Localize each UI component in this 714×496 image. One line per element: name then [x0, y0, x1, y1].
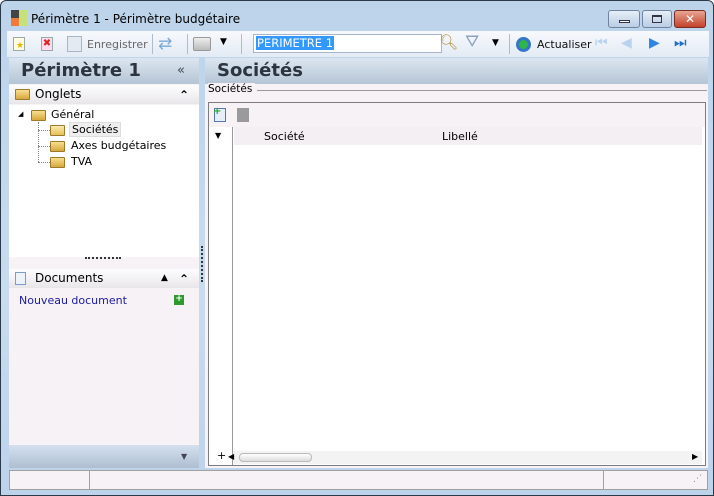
tabs-section-header[interactable]: Onglets ⌃ — [9, 85, 199, 104]
new-document-link[interactable]: Nouveau document — [19, 294, 127, 307]
delete-row-icon[interactable] — [237, 108, 249, 122]
add-row-icon[interactable]: + — [213, 106, 226, 122]
open-folder-icon — [50, 125, 65, 136]
left-panel: Périmètre 1 « Onglets ⌃ ◢ Général Sociét… — [9, 58, 199, 468]
vertical-splitter-handle[interactable] — [201, 246, 203, 282]
folder-icon — [31, 110, 46, 121]
tree-node-axes-budgetaires[interactable]: Axes budgétaires — [71, 139, 166, 152]
splitter-handle[interactable] — [85, 257, 121, 259]
scroll-right-icon[interactable]: ▶ — [692, 452, 698, 461]
left-panel-title: Périmètre 1 — [21, 60, 141, 81]
filter-icon[interactable]: ⛛ — [465, 32, 479, 52]
separator — [509, 34, 510, 54]
search-input[interactable]: PERIMETRE 1 — [253, 34, 442, 53]
folder-icon — [50, 157, 65, 168]
tree-node-societes[interactable]: Sociétés — [69, 122, 122, 137]
refresh-button[interactable]: Actualiser — [537, 38, 592, 51]
left-panel-footer: ▼ — [9, 445, 199, 468]
tree-node-general[interactable]: Général — [51, 108, 94, 121]
separator — [152, 34, 153, 54]
documents-section-header[interactable]: Documents ▲ ⌃ — [9, 269, 199, 288]
expand-icon[interactable]: ◢ — [18, 110, 23, 118]
data-grid: + ▼ Société Libellé + ◀ ▶ — [208, 102, 706, 466]
grid-toolbar: + — [209, 103, 705, 127]
separator — [241, 34, 242, 54]
first-record-icon[interactable]: ⏮ — [595, 35, 608, 51]
tabs-section-label: Onglets — [35, 87, 82, 101]
add-document-icon[interactable]: + — [174, 295, 184, 305]
window-title: Périmètre 1 - Périmètre budgétaire — [31, 12, 241, 26]
horizontal-scrollbar[interactable]: + ◀ ▶ — [217, 449, 702, 464]
add-scroll-region-button[interactable]: + — [217, 449, 226, 462]
toolbar: ★ ✖ Enregistrer ⇄ ▼ PERIMETRE 1 🔍︎ ⛛ ▼ A… — [7, 31, 709, 57]
grid-header-row: Société Libellé — [234, 127, 702, 145]
document-icon — [15, 272, 26, 285]
print-icon[interactable] — [193, 37, 211, 51]
previous-record-icon[interactable]: ◀ — [621, 35, 632, 51]
print-dropdown-icon[interactable]: ▼ — [220, 37, 227, 47]
folder-icon — [15, 89, 30, 100]
resize-grip-icon[interactable]: ⋰ — [693, 474, 702, 484]
sync-icon[interactable]: ⇄ — [158, 34, 172, 54]
minimize-button[interactable] — [608, 10, 640, 28]
filter-dropdown-icon[interactable]: ▼ — [492, 38, 499, 48]
scrollbar-thumb[interactable] — [239, 453, 312, 462]
new-icon[interactable]: ★ — [13, 37, 25, 51]
last-record-icon[interactable]: ⏭ — [674, 35, 687, 51]
search-icon[interactable]: 🔍︎ — [439, 33, 458, 51]
group-line — [257, 90, 707, 91]
column-header-libelle[interactable]: Libellé — [442, 130, 478, 143]
next-record-icon[interactable]: ▶ — [649, 35, 660, 51]
search-value: PERIMETRE 1 — [256, 36, 335, 50]
application-window: Périmètre 1 - Périmètre budgétaire ✕ ★ ✖… — [0, 0, 714, 496]
separator — [187, 34, 188, 54]
column-chooser-icon[interactable]: ▼ — [215, 131, 221, 140]
row-indicator-column: ▼ — [209, 127, 233, 465]
group-label: Sociétés — [208, 83, 256, 95]
tree-node-tva[interactable]: TVA — [71, 155, 92, 168]
column-header-societe[interactable]: Société — [264, 130, 305, 143]
maximize-button[interactable] — [642, 10, 672, 28]
main-panel-title: Sociétés — [217, 60, 303, 81]
collapse-section-icon[interactable]: ⌃ — [179, 86, 189, 105]
chevron-down-icon[interactable]: ▼ — [181, 452, 187, 461]
main-panel-header: Sociétés — [205, 58, 708, 84]
documents-section-label: Documents — [35, 271, 104, 285]
folder-icon — [50, 141, 65, 152]
collapse-panel-button[interactable]: « — [177, 58, 185, 84]
app-icon — [11, 10, 27, 26]
close-button[interactable]: ✕ — [674, 10, 706, 28]
collapse-section-icon[interactable]: ⌃ — [179, 270, 189, 289]
save-icon[interactable] — [67, 36, 82, 52]
delete-icon[interactable]: ✖ — [41, 37, 53, 51]
collapse-up-icon[interactable]: ▲ — [161, 269, 168, 288]
left-panel-header: Périmètre 1 « — [9, 58, 199, 84]
status-bar: ⋰ — [9, 470, 708, 490]
save-button[interactable]: Enregistrer — [87, 38, 148, 51]
refresh-icon[interactable] — [516, 37, 531, 52]
scroll-left-icon[interactable]: ◀ — [228, 452, 234, 461]
tree-view: ◢ Général Sociétés Axes budgétaires TVA — [9, 105, 199, 257]
